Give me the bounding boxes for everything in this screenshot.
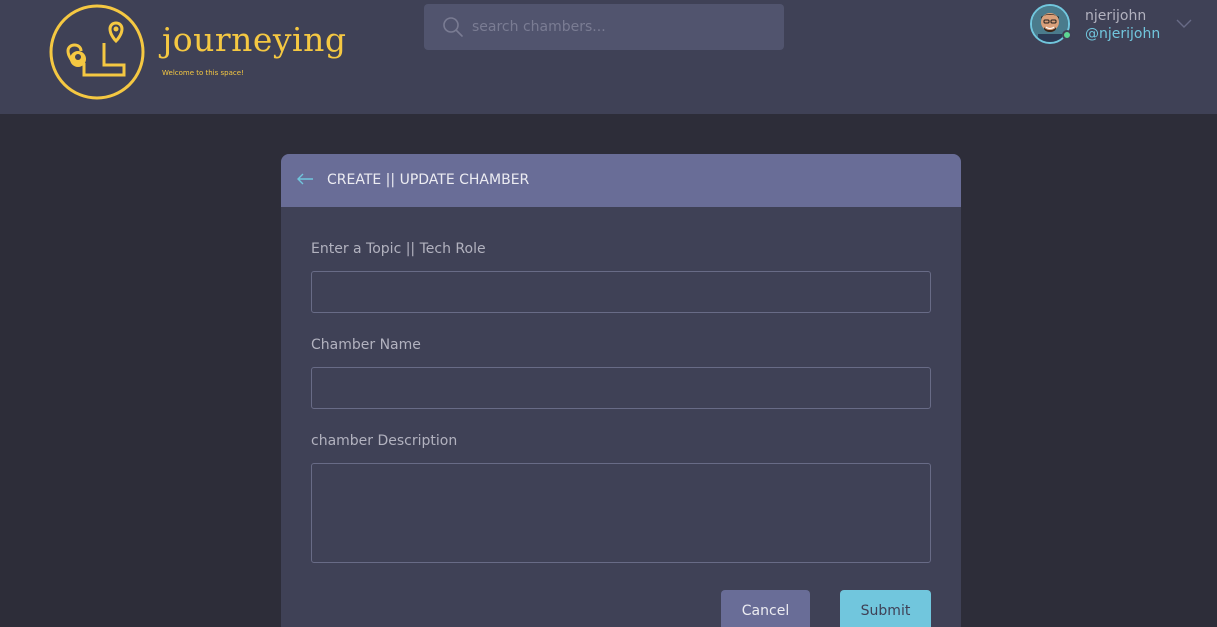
submit-button[interactable]: Submit [840,590,931,627]
brand-name[interactable]: journeying [162,20,347,60]
brand-tagline: Welcome to this space! [162,69,244,77]
topic-input[interactable] [311,271,931,313]
chamber-description-input[interactable] [311,463,931,563]
chamber-form-panel: CREATE || UPDATE CHAMBER Enter a Topic |… [281,154,961,627]
user-name[interactable]: njerijohn [1085,7,1146,25]
arrow-left-icon[interactable] [295,169,315,189]
online-status-dot [1062,30,1072,40]
chamber-name-label: Chamber Name [311,337,421,353]
cancel-button[interactable]: Cancel [721,590,810,627]
user-handle[interactable]: @njerijohn [1085,25,1160,43]
search-bar[interactable] [424,4,784,50]
search-icon [443,17,463,37]
user-menu[interactable]: njerijohn @njerijohn [1030,4,1200,46]
search-input[interactable] [472,14,772,40]
chevron-down-icon[interactable] [1175,14,1193,32]
chamber-description-label: chamber Description [311,433,458,449]
panel-header: CREATE || UPDATE CHAMBER [281,154,961,207]
chamber-name-input[interactable] [311,367,931,409]
topic-label: Enter a Topic || Tech Role [311,241,486,257]
journeying-logo-icon[interactable] [48,3,146,101]
top-header: journeying Welcome to this space! njerij… [0,0,1217,114]
page-title: CREATE || UPDATE CHAMBER [327,172,530,188]
